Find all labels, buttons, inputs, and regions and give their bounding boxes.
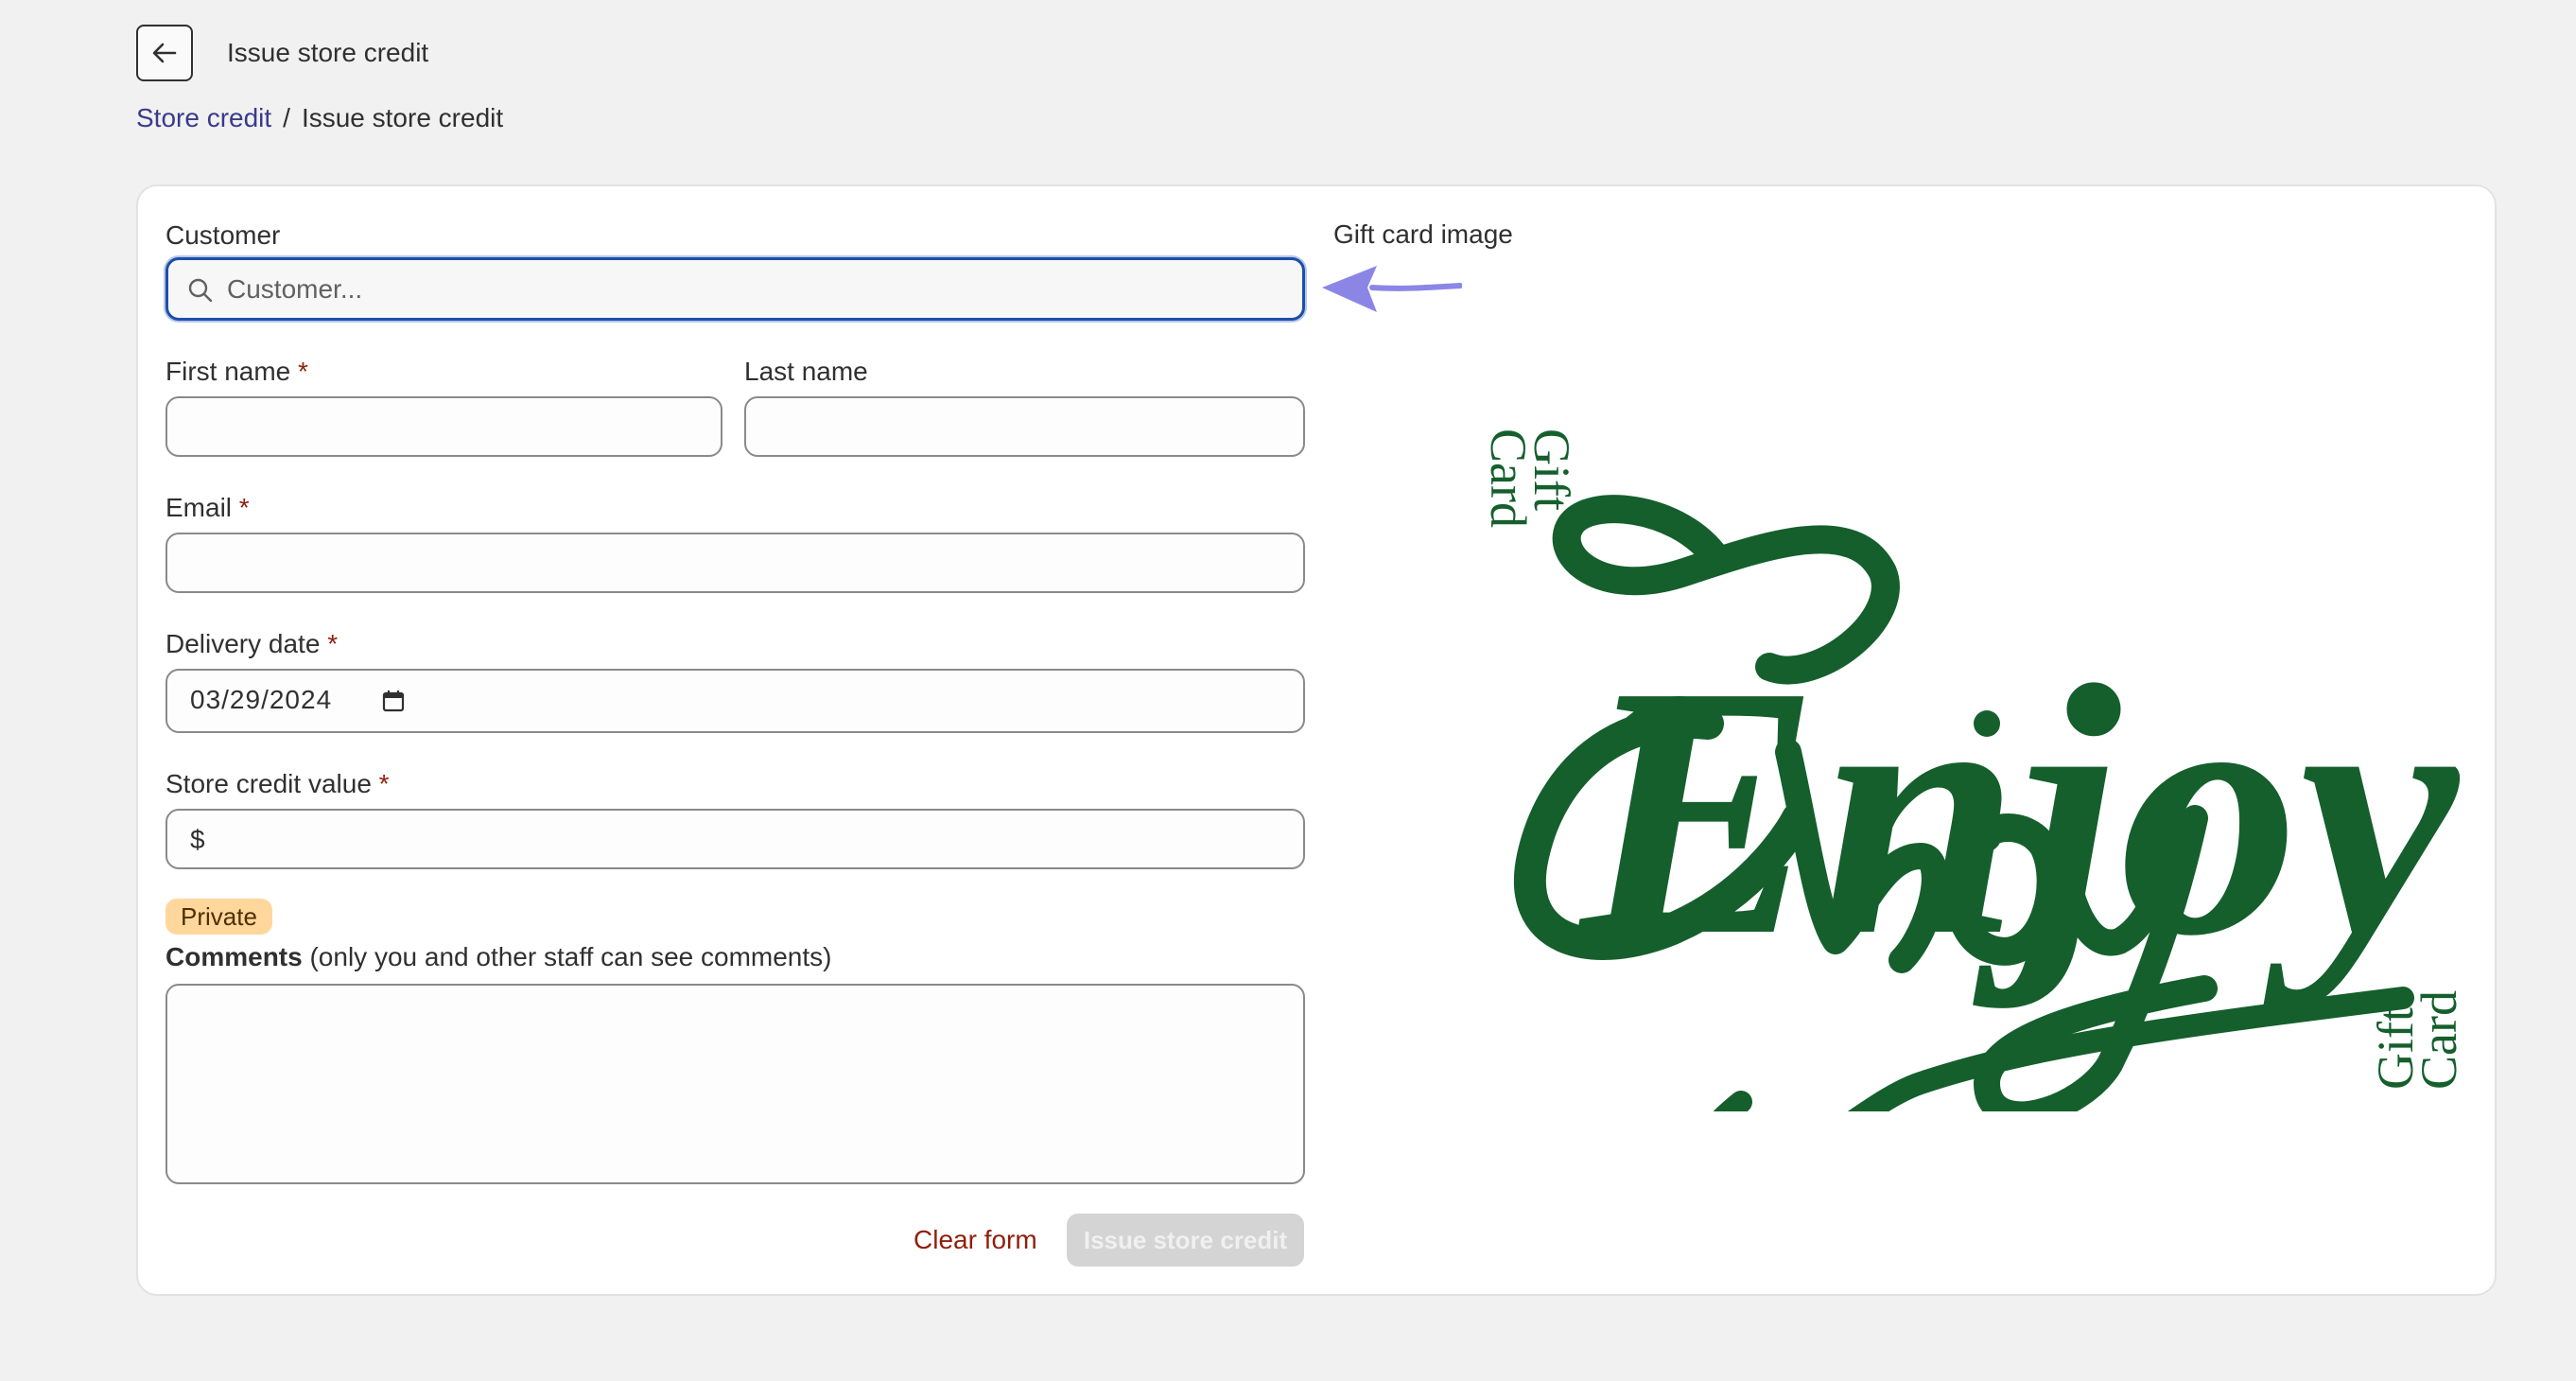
currency-prefix: $ bbox=[190, 825, 205, 854]
clear-form-button[interactable]: Clear form bbox=[914, 1225, 1037, 1255]
issue-store-credit-card: Customer Customer... First name * Last n… bbox=[136, 184, 2497, 1296]
last-name-label: Last name bbox=[744, 357, 868, 386]
store-credit-value-label: Store credit value * bbox=[165, 769, 390, 798]
customer-search-input[interactable]: Customer... bbox=[165, 257, 1305, 321]
gift-card-side-text-bottom: Card bbox=[1480, 428, 1537, 528]
comments-label: Comments (only you and other staff can s… bbox=[165, 942, 832, 971]
comments-textarea[interactable] bbox=[165, 984, 1305, 1184]
first-name-field[interactable] bbox=[165, 396, 722, 457]
breadcrumb-current: Issue store credit bbox=[301, 103, 504, 132]
breadcrumb: Store credit / Issue store credit bbox=[136, 103, 503, 133]
store-credit-value-field[interactable]: $ bbox=[165, 809, 1305, 869]
delivery-date-label: Delivery date * bbox=[165, 629, 339, 658]
issue-store-credit-button[interactable]: Issue store credit bbox=[1067, 1214, 1304, 1267]
email-field[interactable] bbox=[165, 533, 1305, 593]
gift-card-image-label: Gift card image bbox=[1333, 219, 1513, 249]
delivery-date-value: 03/29/2024 bbox=[190, 685, 333, 714]
delivery-date-field[interactable]: 03/29/2024 bbox=[165, 669, 1305, 733]
back-button[interactable] bbox=[136, 25, 193, 81]
calendar-icon[interactable] bbox=[381, 689, 406, 713]
breadcrumb-store-credit-link[interactable]: Store credit bbox=[136, 103, 271, 133]
arrow-left-icon bbox=[152, 43, 177, 63]
breadcrumb-separator: / bbox=[283, 103, 290, 132]
first-name-label: First name * bbox=[165, 357, 308, 386]
annotation-arrow-icon bbox=[1322, 266, 1462, 312]
gift-card-script-text: Enjoy bbox=[1575, 612, 2462, 1010]
last-name-field[interactable] bbox=[744, 396, 1305, 457]
email-label: Email * bbox=[165, 493, 250, 522]
gift-card-image: Gift Card Gift Card Enjoy bbox=[1480, 428, 2467, 1111]
search-icon bbox=[188, 278, 213, 303]
customer-label: Customer bbox=[165, 220, 281, 250]
private-badge: Private bbox=[165, 899, 272, 935]
page-title: Issue store credit bbox=[227, 38, 429, 67]
customer-placeholder: Customer... bbox=[227, 274, 363, 304]
